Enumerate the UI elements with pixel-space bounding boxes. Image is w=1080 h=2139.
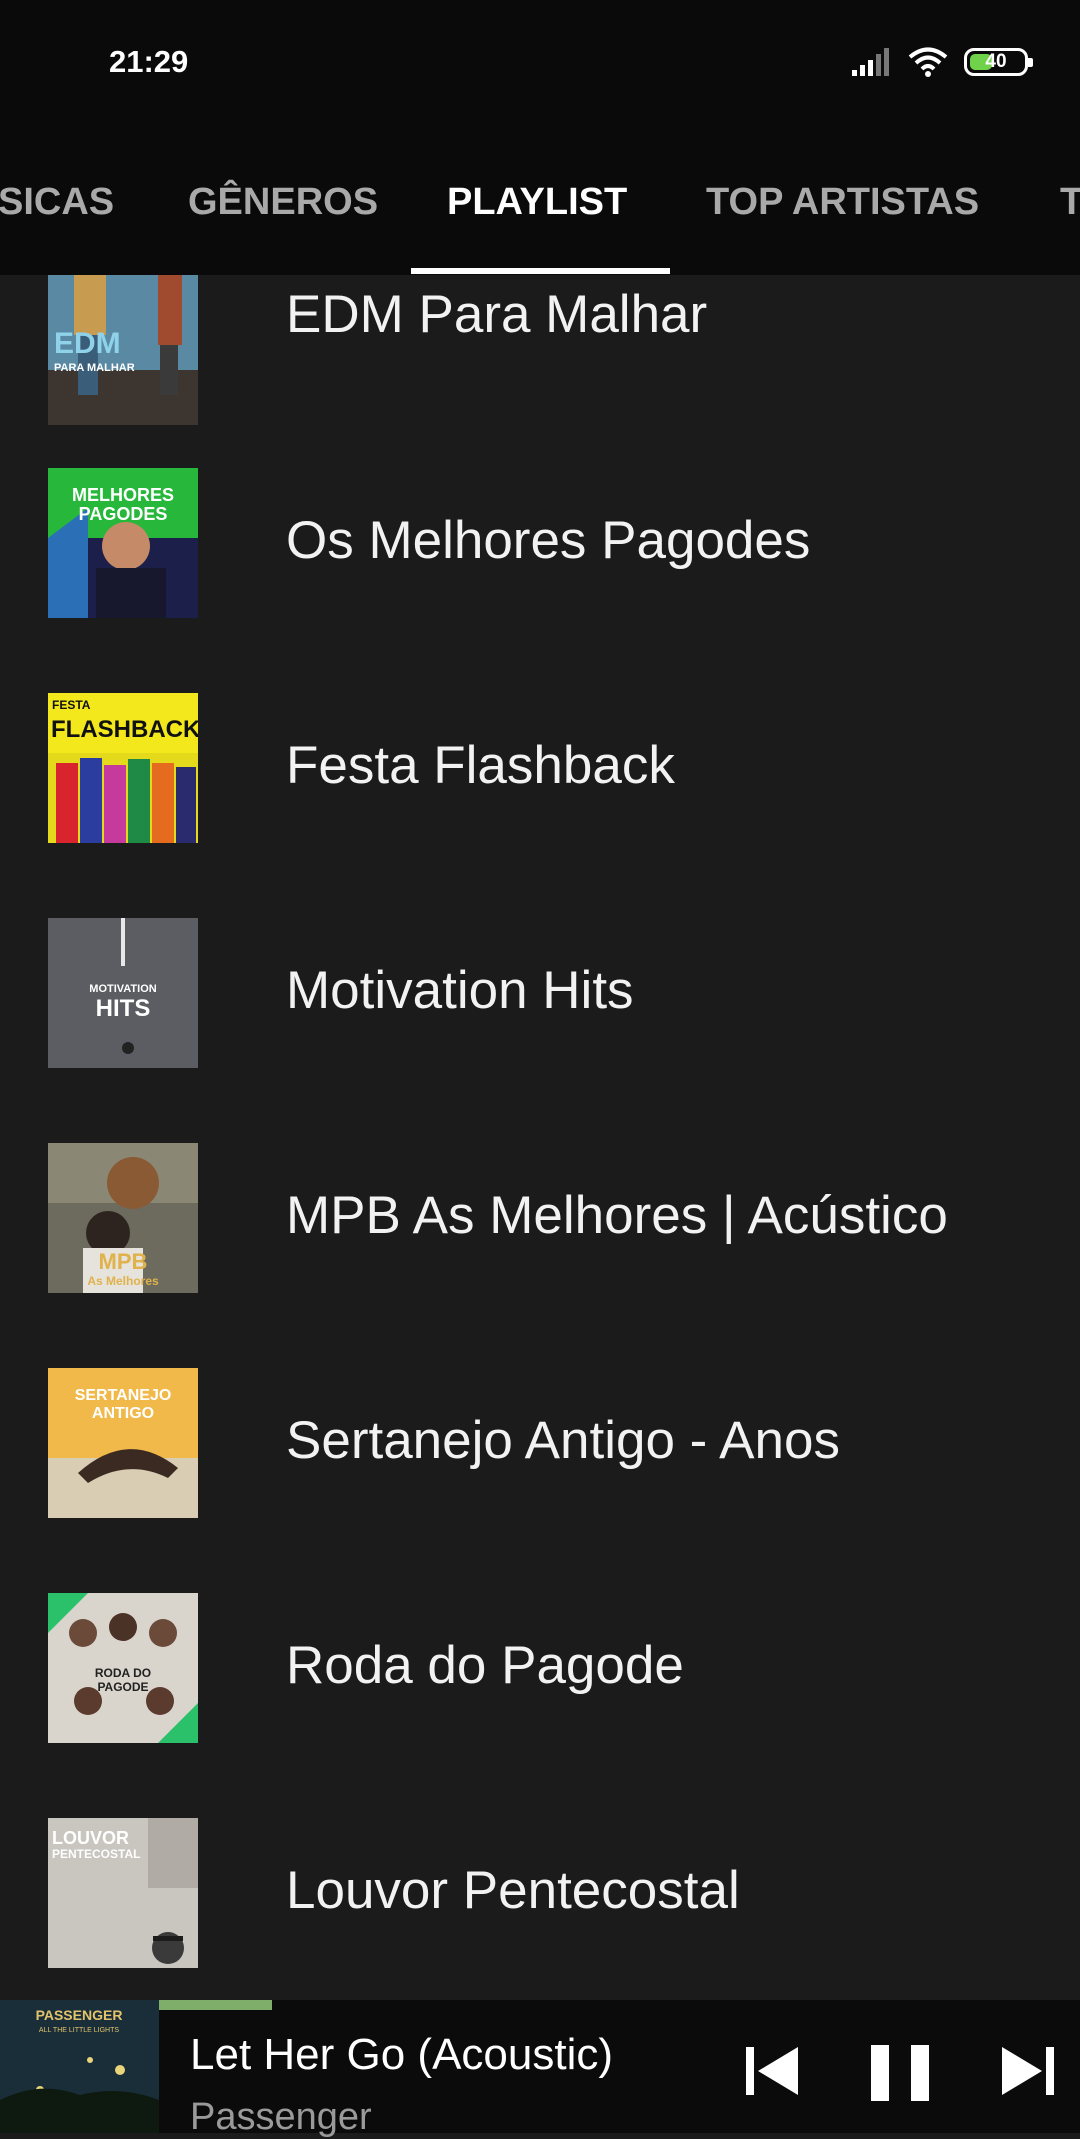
playlist-cover: SERTANEJO ANTIGO: [48, 1368, 198, 1518]
tab-playlist[interactable]: PLAYLIST: [447, 181, 627, 224]
svg-text:PASSENGER: PASSENGER: [36, 2007, 123, 2023]
battery-icon: 40: [964, 48, 1033, 76]
status-time: 21:29: [109, 44, 189, 79]
list-item[interactable]: FESTA FLASHBACK Festa Flashback: [0, 690, 1080, 915]
battery-tip: [1028, 58, 1033, 67]
list-item[interactable]: RODA DO PAGODE Roda do Pagode: [0, 1590, 1080, 1815]
svg-text:PENTECOSTAL: PENTECOSTAL: [52, 1847, 140, 1861]
svg-text:MPB: MPB: [99, 1249, 148, 1274]
list-item[interactable]: EDM PARA MALHAR EDM Para Malhar: [0, 275, 1080, 465]
svg-text:ANTIGO: ANTIGO: [92, 1405, 154, 1422]
list-item[interactable]: LOUVOR PENTECOSTAL Louvor Pentecostal: [0, 1815, 1080, 2000]
tab-musicas[interactable]: SICAS: [0, 181, 114, 224]
svg-text:FLASHBACK: FLASHBACK: [51, 716, 198, 743]
svg-text:PAGODE: PAGODE: [97, 1680, 148, 1694]
playlist-title: EDM Para Malhar: [286, 285, 708, 344]
signal-icon: [852, 48, 889, 76]
list-item[interactable]: MELHORES PAGODES Os Melhores Pagodes: [0, 465, 1080, 690]
previous-icon[interactable]: [744, 2045, 800, 2097]
tab-next[interactable]: T: [1060, 181, 1080, 224]
svg-text:LOUVOR: LOUVOR: [52, 1828, 129, 1848]
pause-icon[interactable]: [871, 2045, 929, 2101]
playlist-title: Louvor Pentecostal: [286, 1861, 740, 1920]
tab-generos[interactable]: GÊNEROS: [188, 181, 378, 224]
playback-progress: [159, 2000, 272, 2010]
playlist-title: MPB As Melhores | Acústico: [286, 1186, 948, 1245]
playlist-cover: EDM PARA MALHAR: [48, 275, 198, 425]
playlist-title: Os Melhores Pagodes: [286, 511, 811, 570]
playlist-list[interactable]: EDM PARA MALHAR EDM Para Malhar MELHORES…: [0, 275, 1080, 2000]
mini-player[interactable]: PASSENGER ALL THE LITTLE LIGHTS Let Her …: [0, 2000, 1080, 2138]
active-tab-indicator: [411, 268, 670, 274]
playlist-cover: LOUVOR PENTECOSTAL: [48, 1818, 198, 1968]
category-tabs: SICAS GÊNEROS PLAYLIST TOP ARTISTAS T: [0, 125, 1080, 275]
now-playing-title[interactable]: Let Her Go (Acoustic): [190, 2030, 613, 2080]
playlist-cover: MOTIVATION HITS: [48, 918, 198, 1068]
playlist-cover: MPB As Melhores: [48, 1143, 198, 1293]
svg-text:As Melhores: As Melhores: [87, 1274, 159, 1288]
playlist-title: Sertanejo Antigo - Anos: [286, 1411, 840, 1470]
playlist-cover: FESTA FLASHBACK: [48, 693, 198, 843]
svg-text:PARA MALHAR: PARA MALHAR: [54, 362, 135, 374]
wifi-icon: [908, 47, 948, 77]
svg-text:FESTA: FESTA: [52, 698, 91, 712]
list-item[interactable]: MOTIVATION HITS Motivation Hits: [0, 915, 1080, 1140]
svg-text:MOTIVATION: MOTIVATION: [89, 983, 156, 995]
playlist-title: Festa Flashback: [286, 736, 675, 795]
status-icons: 40: [852, 46, 1033, 78]
svg-text:ALL THE LITTLE LIGHTS: ALL THE LITTLE LIGHTS: [39, 2027, 119, 2034]
svg-text:SERTANEJO: SERTANEJO: [75, 1387, 172, 1404]
svg-text:EDM: EDM: [54, 327, 121, 360]
now-playing-cover[interactable]: PASSENGER ALL THE LITTLE LIGHTS: [0, 2000, 159, 2133]
svg-text:HITS: HITS: [96, 995, 151, 1022]
list-item[interactable]: MPB As Melhores MPB As Melhores | Acústi…: [0, 1140, 1080, 1365]
playlist-title: Roda do Pagode: [286, 1636, 684, 1695]
next-icon[interactable]: [1000, 2045, 1056, 2097]
playlist-title: Motivation Hits: [286, 961, 634, 1020]
svg-text:PAGODES: PAGODES: [79, 504, 168, 524]
svg-text:MELHORES: MELHORES: [72, 485, 174, 505]
svg-text:RODA DO: RODA DO: [95, 1666, 151, 1680]
playlist-cover: MELHORES PAGODES: [48, 468, 198, 618]
status-bar: 21:29 40: [0, 0, 1080, 125]
battery-level: 40: [985, 51, 1007, 72]
playlist-cover: RODA DO PAGODE: [48, 1593, 198, 1743]
list-item[interactable]: SERTANEJO ANTIGO Sertanejo Antigo - Anos: [0, 1365, 1080, 1590]
tab-top-artistas[interactable]: TOP ARTISTAS: [706, 181, 979, 224]
